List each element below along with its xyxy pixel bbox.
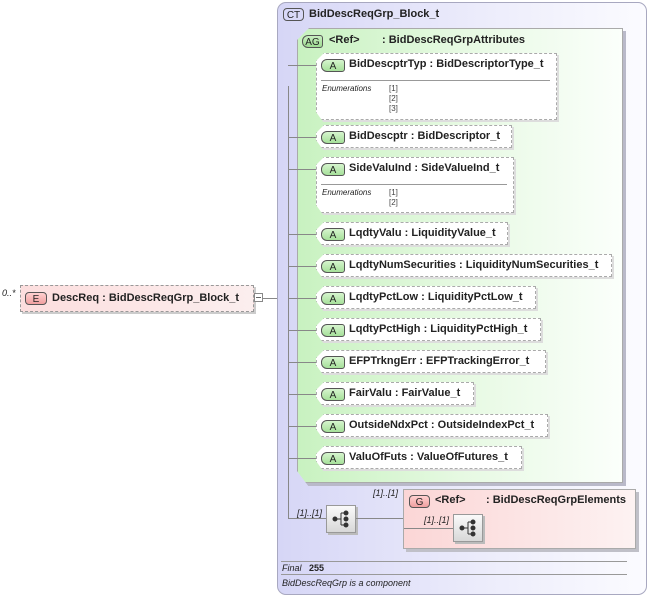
attribute-badge: A bbox=[321, 356, 345, 369]
enumerations-label: Enumerations bbox=[322, 84, 372, 93]
attribute-badge: A bbox=[321, 163, 345, 176]
attribute-label: OutsideNdxPct : OutsideIndexPct_t bbox=[349, 419, 535, 431]
connector-line bbox=[288, 518, 326, 519]
divider bbox=[321, 80, 550, 81]
group-ref: <Ref> bbox=[435, 494, 466, 506]
enumerations-label: Enumerations bbox=[322, 188, 372, 197]
connector-line bbox=[288, 234, 316, 235]
complex-type-badge: CT bbox=[283, 8, 304, 21]
attribute-efptrkngerr[interactable]: A EFPTrkngErr : EFPTrackingError_t bbox=[316, 350, 546, 373]
attribute-label: EFPTrkngErr : EFPTrackingError_t bbox=[349, 355, 530, 367]
enumeration-value: [2] bbox=[389, 198, 398, 207]
attribute-label: ValuOfFuts : ValueOfFutures_t bbox=[349, 451, 508, 463]
attribute-lqdtynumsecurities[interactable]: A LqdtyNumSecurities : LiquidityNumSecuri… bbox=[316, 254, 612, 277]
inner-sequence-compositor[interactable] bbox=[453, 514, 483, 542]
element-badge: E bbox=[25, 292, 47, 305]
connector-line bbox=[404, 528, 453, 529]
tree-line bbox=[288, 86, 289, 518]
attribute-label: LqdtyPctHigh : LiquidityPctHigh_t bbox=[349, 323, 528, 335]
attribute-label: SideValuInd : SideValueInd_t bbox=[349, 162, 500, 174]
attribute-badge: A bbox=[321, 131, 345, 144]
group-badge: G bbox=[409, 495, 430, 508]
element-name: DescReq : BidDescReqGrp_Block_t bbox=[52, 292, 240, 304]
attribute-biddescptrtyp[interactable]: A BidDescptrTyp : BidDescriptorType_t Enum… bbox=[316, 53, 557, 120]
attribute-badge: A bbox=[321, 228, 345, 241]
connector-line bbox=[288, 426, 316, 427]
connector-line bbox=[288, 330, 316, 331]
attribute-label: FairValu : FairValue_t bbox=[349, 387, 461, 399]
enumeration-value: [1] bbox=[389, 84, 398, 93]
attribute-label: BidDescptrTyp : BidDescriptorType_t bbox=[349, 58, 544, 70]
connector-line bbox=[288, 394, 316, 395]
group-name: : BidDescReqGrpElements bbox=[486, 494, 626, 506]
connector-line bbox=[288, 169, 316, 170]
connector-line bbox=[288, 362, 316, 363]
element-descreq[interactable]: E DescReq : BidDescReqGrp_Block_t bbox=[20, 285, 254, 312]
attribute-badge: A bbox=[321, 388, 345, 401]
attribute-fairvalu[interactable]: A FairValu : FairValue_t bbox=[316, 382, 474, 405]
connector-line bbox=[288, 137, 316, 138]
attribute-badge: A bbox=[321, 452, 345, 465]
attribute-lqdtyvalu[interactable]: A LqdtyValu : LiquidityValue_t bbox=[316, 222, 508, 245]
enumeration-value: [2] bbox=[389, 94, 398, 103]
attribute-badge: A bbox=[321, 260, 345, 273]
attribute-outsidendxpct[interactable]: A OutsideNdxPct : OutsideIndexPct_t bbox=[316, 414, 548, 437]
footer-note: BidDescReqGrp is a component bbox=[282, 578, 411, 588]
attribute-group-ref: <Ref> bbox=[329, 34, 360, 46]
attribute-biddescptr[interactable]: A BidDescptr : BidDescriptor_t bbox=[316, 125, 512, 148]
group-cardinality: [1]..[1] bbox=[373, 488, 399, 498]
sequence-icon bbox=[332, 510, 349, 528]
footer-divider bbox=[281, 574, 627, 575]
inner-sequence-cardinality: [1]..[1] bbox=[424, 515, 450, 525]
attribute-group-badge: AG bbox=[302, 35, 323, 48]
connector-line bbox=[288, 266, 316, 267]
enumeration-value: [3] bbox=[389, 104, 398, 113]
footer-divider bbox=[281, 561, 627, 562]
connector-line bbox=[356, 518, 403, 519]
group-box[interactable]: G <Ref> : BidDescReqGrpElements [1]..[1] bbox=[403, 489, 636, 549]
connector-line bbox=[288, 458, 316, 459]
attribute-badge: A bbox=[321, 324, 345, 337]
attribute-badge: A bbox=[321, 420, 345, 433]
complex-type-name: BidDescReqGrp_Block_t bbox=[309, 8, 440, 20]
sequence-icon bbox=[459, 519, 476, 537]
attribute-badge: A bbox=[321, 292, 345, 305]
attribute-badge: A bbox=[321, 59, 345, 72]
sequence-compositor[interactable] bbox=[326, 505, 356, 533]
connector-line bbox=[288, 298, 316, 299]
connector-line bbox=[288, 65, 316, 66]
attribute-sidevaluind[interactable]: A SideValuInd : SideValueInd_t Enumeration… bbox=[316, 157, 514, 213]
attribute-label: LqdtyPctLow : LiquidityPctLow_t bbox=[349, 291, 523, 303]
attribute-group-name: : BidDescReqGrpAttributes bbox=[382, 34, 526, 46]
attribute-lqdtypcthigh[interactable]: A LqdtyPctHigh : LiquidityPctHigh_t bbox=[316, 318, 541, 341]
attribute-valuoffuts[interactable]: A ValuOfFuts : ValueOfFutures_t bbox=[316, 446, 522, 469]
collapse-toggle[interactable] bbox=[254, 293, 263, 302]
final-row: Final 255 bbox=[282, 563, 325, 573]
enumeration-value: [1] bbox=[389, 188, 398, 197]
attribute-label: LqdtyNumSecurities : LiquidityNumSecurit… bbox=[349, 259, 599, 271]
attribute-label: LqdtyValu : LiquidityValue_t bbox=[349, 227, 496, 239]
element-cardinality: 0..* bbox=[2, 288, 16, 298]
divider bbox=[321, 184, 507, 185]
attribute-label: BidDescptr : BidDescriptor_t bbox=[349, 130, 500, 142]
sequence-cardinality: [1]..[1] bbox=[297, 508, 323, 518]
attribute-lqdtypctlow[interactable]: A LqdtyPctLow : LiquidityPctLow_t bbox=[316, 286, 536, 309]
